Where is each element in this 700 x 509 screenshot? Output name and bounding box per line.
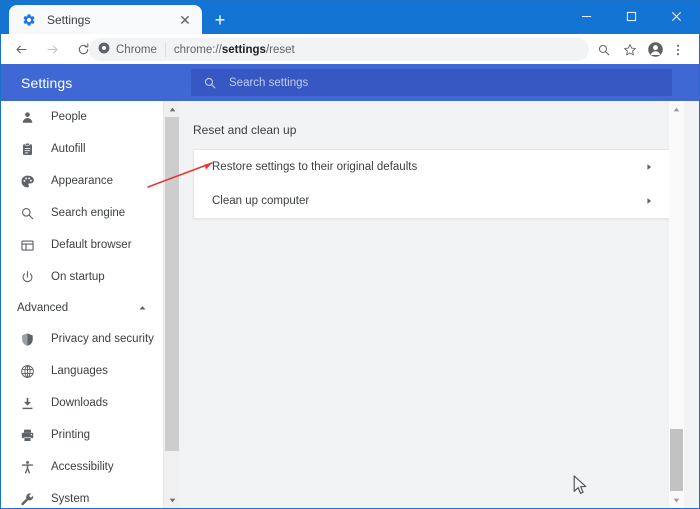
accessibility-icon (17, 457, 37, 477)
sidebar-item-downloads[interactable]: Downloads (1, 387, 163, 419)
printer-icon (17, 425, 37, 445)
row-label: Restore settings to their original defau… (212, 161, 417, 173)
row-label: Clean up computer (212, 195, 309, 207)
tab-title: Settings (47, 13, 174, 27)
clean-up-computer-row[interactable]: Clean up computer (194, 184, 671, 218)
url-prefix: chrome:// (174, 44, 222, 56)
sidebar-item-privacy-and-security[interactable]: Privacy and security (1, 323, 163, 355)
settings-main-panel: Reset and clean up Restore settings to t… (179, 101, 684, 508)
sidebar-item-on-startup[interactable]: On startup (1, 261, 163, 293)
browser-toolbar: Chrome chrome://settings/reset (1, 34, 699, 64)
zoom-icon[interactable] (592, 38, 615, 61)
chrome-chip: Chrome (98, 41, 157, 59)
sidebar-item-label: Downloads (51, 397, 108, 409)
reset-options-card: Restore settings to their original defau… (193, 149, 672, 219)
sidebar-item-label: Languages (51, 365, 108, 377)
forward-icon[interactable] (38, 35, 66, 63)
palette-icon (17, 171, 37, 191)
sidebar-item-label: On startup (51, 271, 105, 283)
restore-settings-row[interactable]: Restore settings to their original defau… (194, 150, 671, 184)
title-bar: Settings ✕ + (1, 1, 699, 34)
chevron-up-icon[interactable] (138, 304, 147, 313)
chevron-right-icon[interactable] (645, 197, 653, 205)
sidebar-item-search-engine[interactable]: Search engine (1, 197, 163, 229)
back-icon[interactable] (7, 35, 35, 63)
omnibox-url: chrome://settings/reset (174, 44, 295, 56)
browser-tab-settings[interactable]: Settings ✕ (9, 5, 202, 34)
close-icon[interactable]: ✕ (174, 9, 196, 31)
main-scrollbar[interactable] (669, 101, 684, 508)
search-icon (203, 76, 217, 90)
close-window-button[interactable] (654, 1, 699, 31)
shield-icon (17, 329, 37, 349)
sidebar-item-system[interactable]: System (1, 483, 163, 508)
scroll-up-arrow-icon[interactable] (164, 101, 180, 117)
page-title: Settings (21, 75, 72, 91)
sidebar-item-label: Appearance (51, 175, 113, 187)
main-scrollbar-thumb[interactable] (670, 429, 683, 491)
sidebar-item-label: Printing (51, 429, 90, 441)
star-icon[interactable] (618, 38, 641, 61)
sidebar-item-autofill[interactable]: Autofill (1, 133, 163, 165)
person-icon (17, 107, 37, 127)
omnibox-divider (165, 43, 166, 57)
chevron-right-icon[interactable] (645, 163, 653, 171)
sidebar-scrollbar[interactable] (163, 101, 179, 508)
sidebar-item-label: Accessibility (51, 461, 114, 473)
gear-icon (21, 12, 37, 28)
sidebar-section-label: Advanced (17, 302, 68, 314)
new-tab-button[interactable]: + (208, 8, 232, 32)
wrench-icon (17, 489, 37, 508)
address-bar[interactable]: Chrome chrome://settings/reset (89, 38, 589, 61)
url-suffix: /reset (266, 44, 295, 56)
sidebar-item-label: System (51, 493, 89, 505)
sidebar-item-label: Autofill (51, 143, 86, 155)
profile-avatar-icon[interactable] (644, 38, 667, 61)
maximize-window-button[interactable] (609, 1, 654, 31)
scroll-down-arrow-icon[interactable] (669, 492, 684, 508)
globe-icon (17, 361, 37, 381)
scroll-up-arrow-icon[interactable] (669, 101, 684, 117)
chrome-logo-icon (98, 41, 110, 59)
sidebar-item-default-browser[interactable]: Default browser (1, 229, 163, 261)
section-heading: Reset and clean up (193, 123, 296, 137)
sidebar-item-people[interactable]: People (1, 101, 163, 133)
browser-window: Settings ✕ + (0, 0, 700, 509)
minimize-window-button[interactable] (564, 1, 609, 31)
settings-header: Settings (1, 64, 699, 101)
search-settings-box[interactable] (191, 69, 672, 96)
sidebar-section-advanced[interactable]: Advanced (1, 293, 163, 323)
three-dot-menu-icon[interactable] (666, 38, 689, 61)
sidebar-item-label: Default browser (51, 239, 132, 251)
magnifier-icon (17, 203, 37, 223)
sidebar-item-languages[interactable]: Languages (1, 355, 163, 387)
sidebar-item-label: Privacy and security (51, 333, 154, 345)
settings-content: People Autofill (1, 101, 699, 508)
clipboard-icon (17, 139, 37, 159)
sidebar-item-label: People (51, 111, 87, 123)
sidebar-item-label: Search engine (51, 207, 125, 219)
scroll-down-arrow-icon[interactable] (164, 492, 180, 508)
browser-window-icon (17, 235, 37, 255)
sidebar-item-printing[interactable]: Printing (1, 419, 163, 451)
url-bold-segment: settings (222, 44, 266, 56)
sidebar-scrollbar-thumb[interactable] (165, 117, 179, 451)
chrome-chip-label: Chrome (116, 44, 157, 56)
sidebar-item-appearance[interactable]: Appearance (1, 165, 163, 197)
search-input[interactable] (229, 77, 672, 89)
settings-sidebar: People Autofill (1, 101, 163, 508)
sidebar-item-accessibility[interactable]: Accessibility (1, 451, 163, 483)
download-icon (17, 393, 37, 413)
power-icon (17, 267, 37, 287)
